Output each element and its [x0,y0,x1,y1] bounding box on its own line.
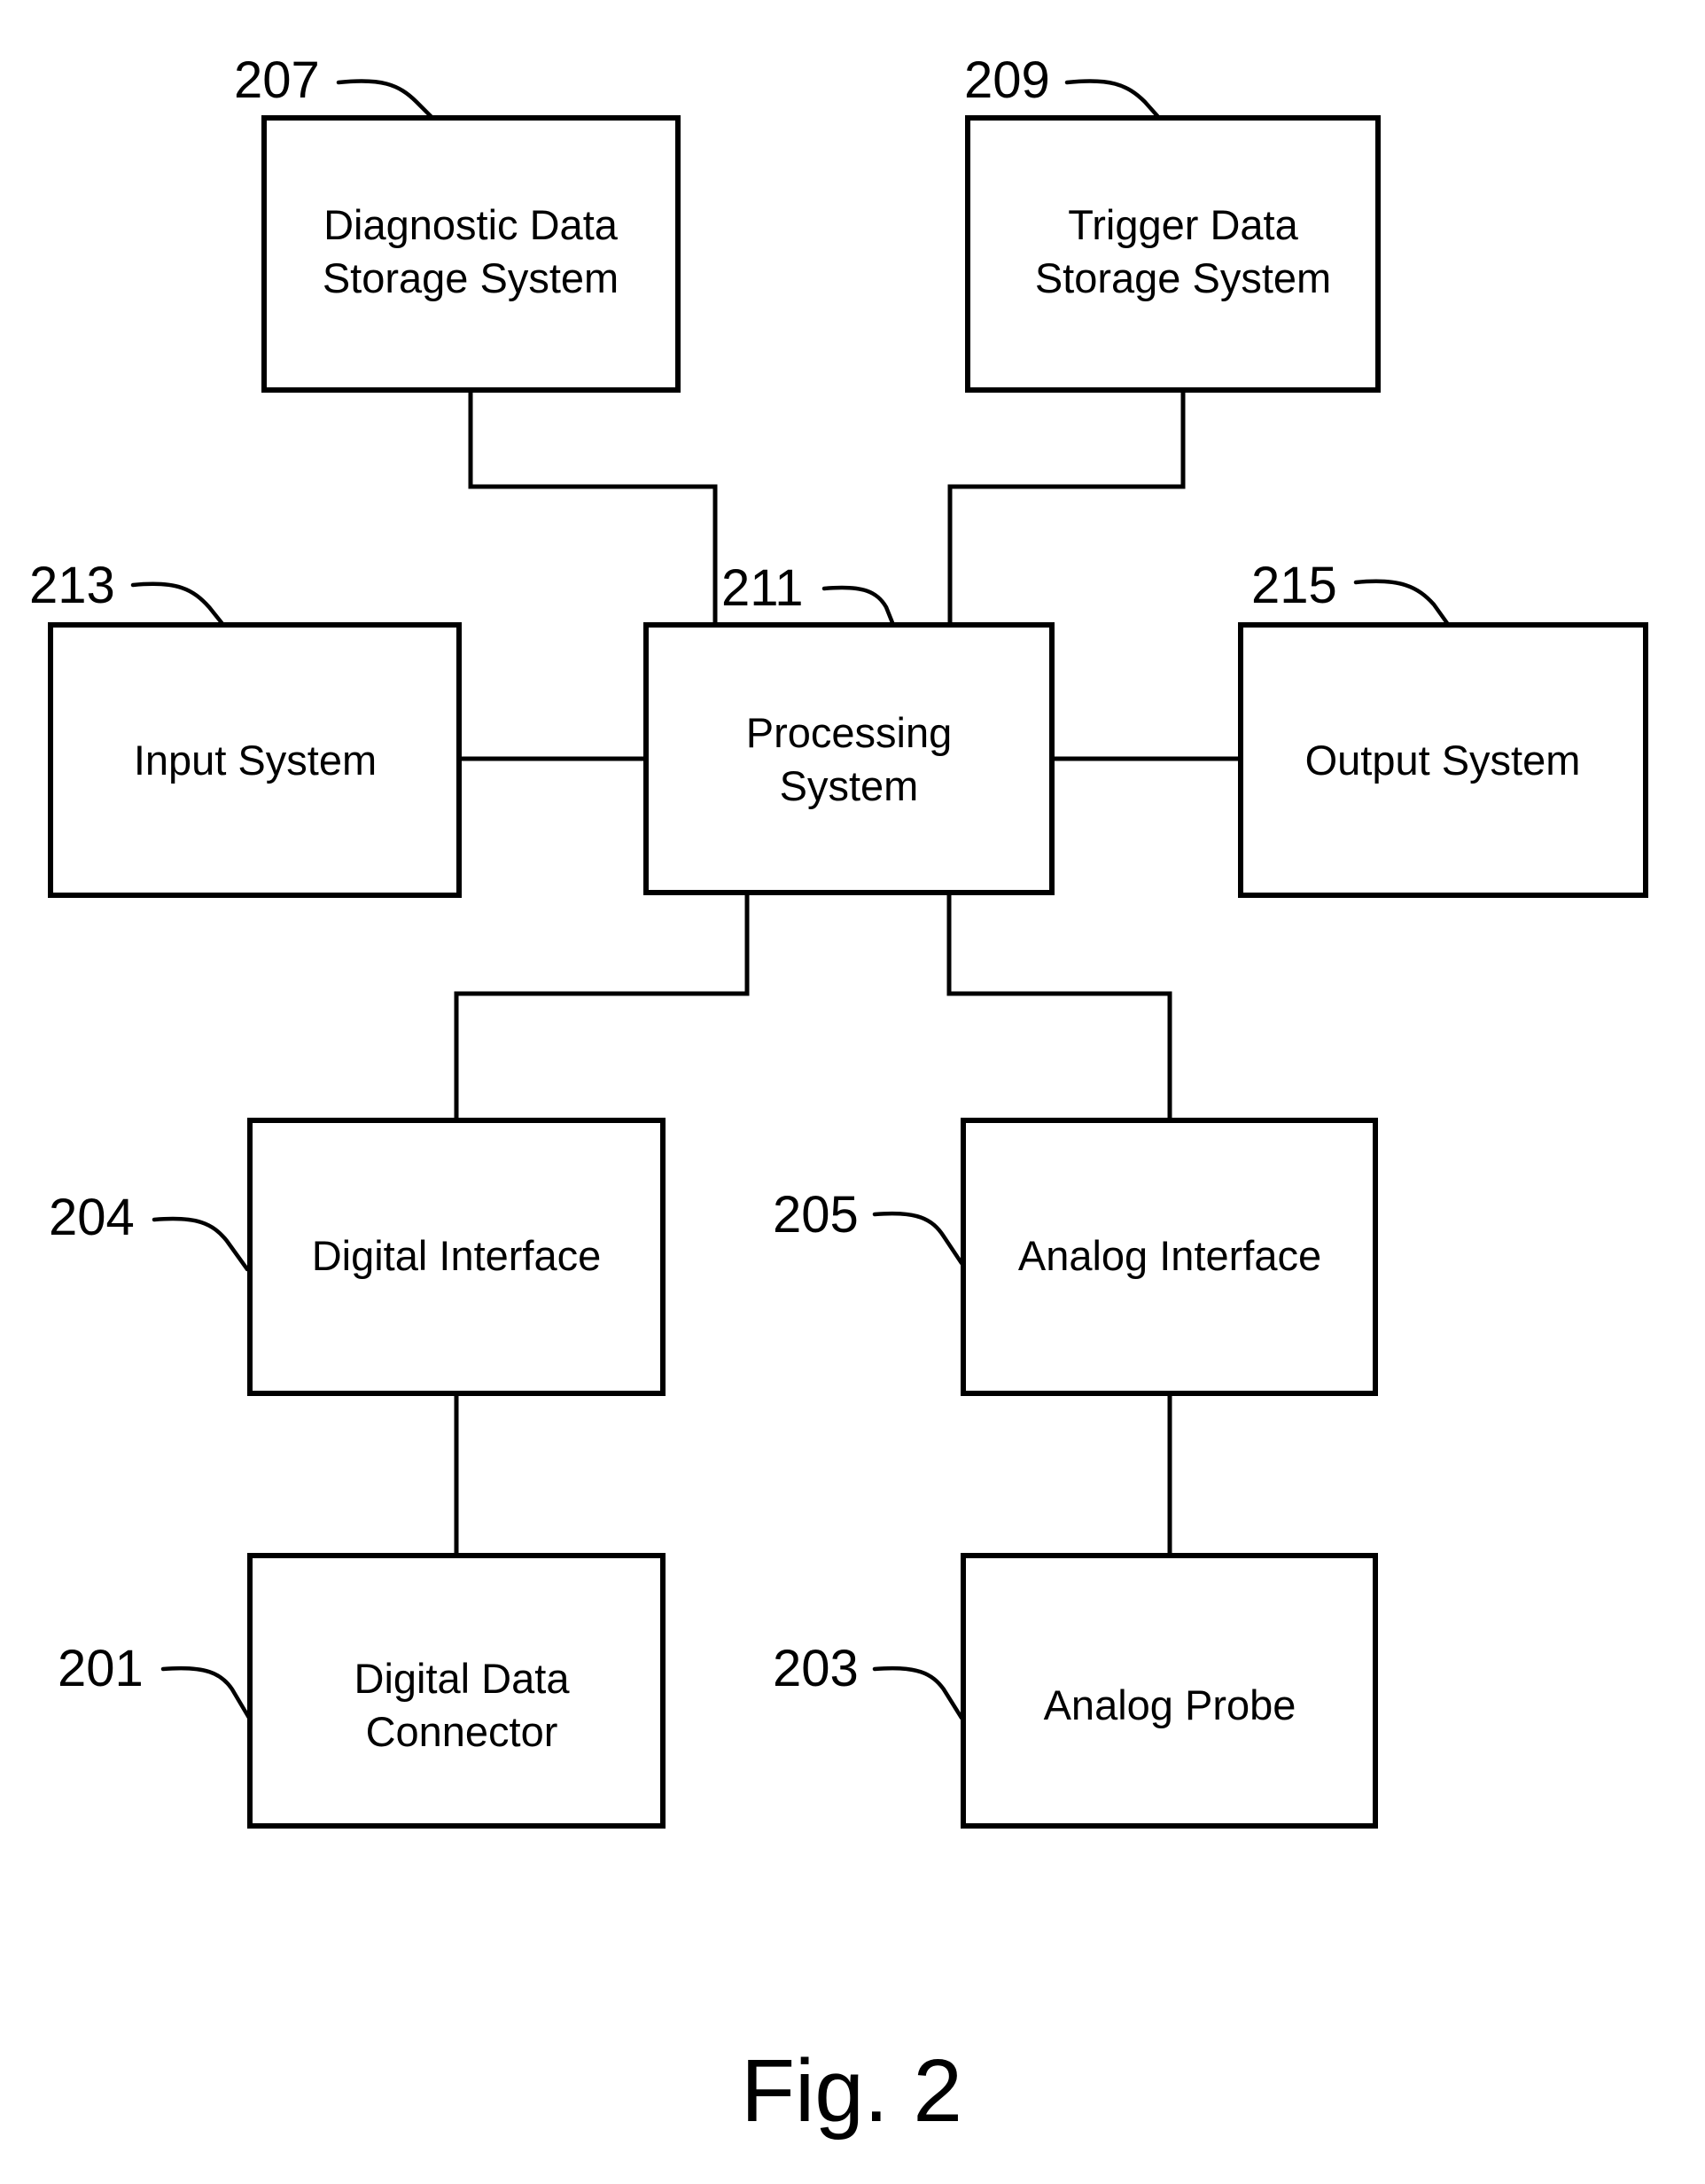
ref-numeral: 205 [773,1186,859,1244]
ref-numeral: 213 [29,557,115,614]
node-label-line1: Output System [1305,737,1581,784]
leader-line [152,1216,250,1272]
node-label-line2: Storage System [323,254,619,301]
ref-numeral: 201 [58,1640,144,1697]
node-label-line1: Input System [134,737,377,784]
node-label-line1: Processing [746,709,953,756]
node-box [643,622,1055,895]
leader-line [1064,79,1162,121]
leader-line [336,79,435,121]
leader-line [821,585,896,628]
leader-line [130,581,226,628]
node-trigger-data-storage: Trigger Data Storage System 209 [964,51,1381,393]
edge-209-211 [947,390,1186,625]
block-diagram: Diagnostic Data Storage System 207 Trigg… [29,51,1648,2141]
node-label-line2: System [780,762,919,809]
node-digital-data-connector: Digital Data Connector 201 [58,1553,666,1829]
node-analog-probe: Analog Probe 203 [773,1553,1378,1829]
ref-numeral: 211 [721,559,803,617]
ref-numeral: 203 [773,1640,859,1697]
node-label-line1: Analog Probe [1044,1681,1296,1728]
edge-211-204 [454,893,750,1120]
node-label-line1: Digital Interface [312,1232,602,1279]
node-label-line1: Analog Interface [1018,1232,1321,1279]
leader-line [872,1211,964,1266]
node-label-line2: Connector [366,1708,558,1755]
node-label-line1: Diagnostic Data [323,201,619,248]
node-digital-interface: Digital Interface 204 [49,1118,666,1396]
node-label-line1: Trigger Data [1068,201,1298,248]
leader-line [872,1665,964,1720]
figure-caption: Fig. 2 [741,2041,962,2141]
edge-211-205 [946,893,1172,1120]
node-processing-system: Processing System 211 [643,559,1055,895]
node-label-line2: Storage System [1035,254,1331,301]
ref-numeral: 209 [964,51,1050,109]
leader-line [160,1665,252,1720]
ref-numeral: 207 [234,51,320,109]
node-input-system: Input System 213 [29,557,462,898]
ref-numeral: 204 [49,1189,135,1246]
leader-line [1353,579,1450,626]
node-label-line1: Digital Data [354,1655,571,1702]
node-analog-interface: Analog Interface 205 [773,1118,1378,1396]
node-diagnostic-data-storage: Diagnostic Data Storage System 207 [234,51,681,393]
edge-207-211 [468,390,718,625]
ref-numeral: 215 [1251,557,1337,614]
node-output-system: Output System 215 [1238,557,1648,898]
